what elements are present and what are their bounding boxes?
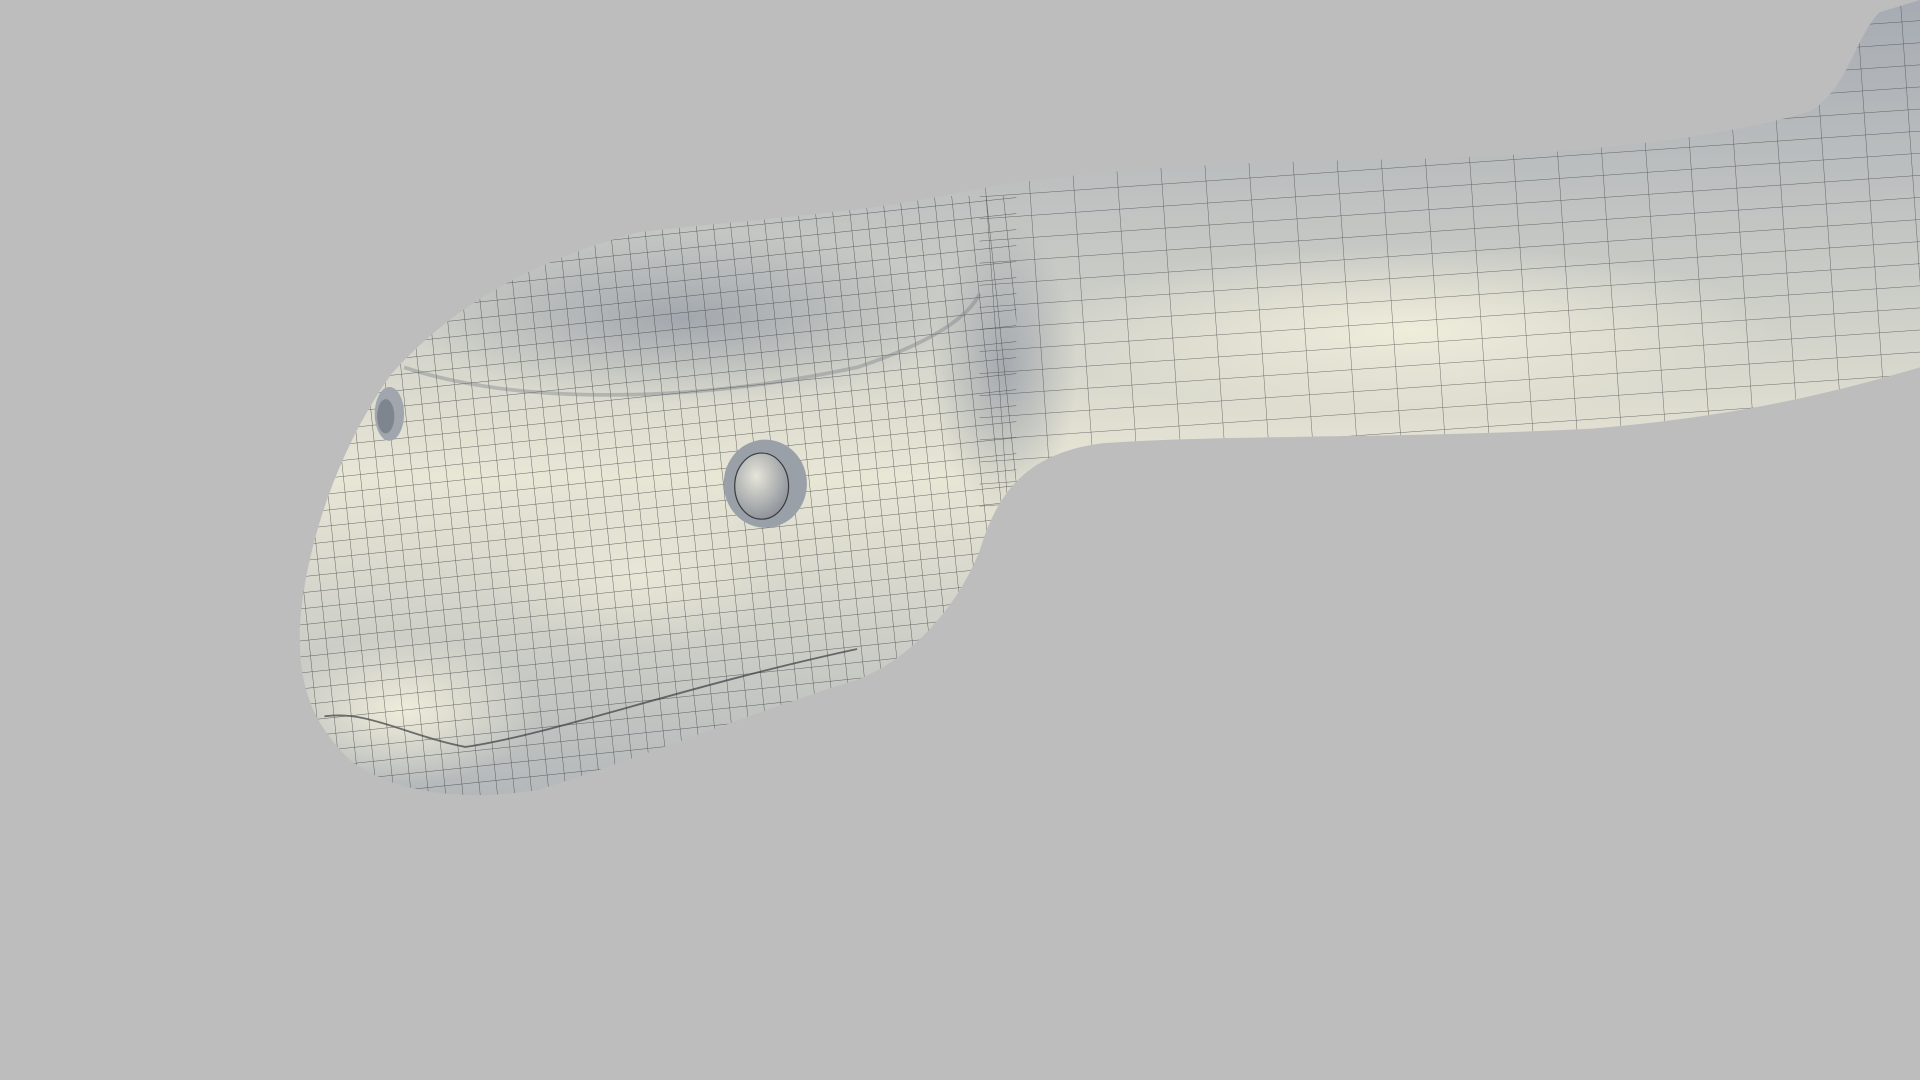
nostril <box>374 386 405 441</box>
snake-render-viewport <box>0 0 1920 1080</box>
eye-icon <box>734 452 790 520</box>
snake-eye <box>723 439 807 528</box>
